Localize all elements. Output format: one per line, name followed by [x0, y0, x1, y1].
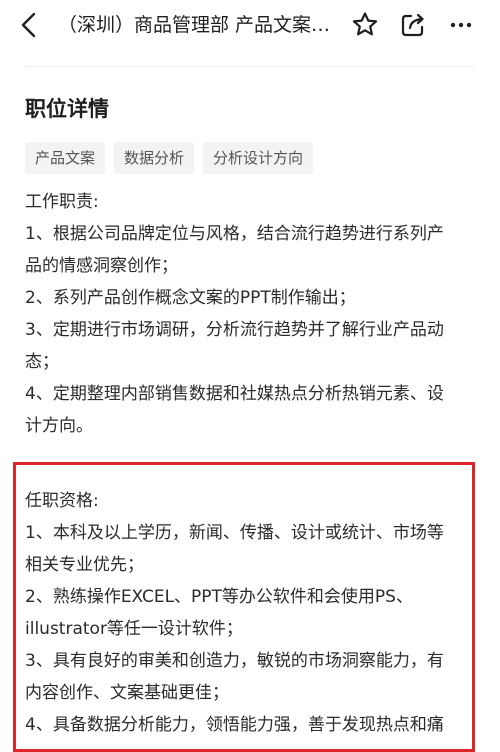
requirement-line: illustrator等任一设计软件； — [25, 619, 243, 639]
share-icon[interactable] — [398, 10, 428, 40]
requirement-line: 4、具备数据分析能力，领悟能力强，善于发现热点和痛 — [25, 715, 444, 735]
tag-data-analysis: 数据分析 — [114, 142, 195, 174]
duty-line: 1、根据公司品牌定位与风格，结合流行趋势进行系列产 — [25, 224, 444, 244]
duty-line: 2、系列产品创作概念文案的PPT制作输出； — [25, 288, 356, 308]
duty-line: 3、定期进行市场调研，分析流行趋势并了解行业产品动 — [25, 320, 444, 340]
job-requirements: 任职资格: 1、本科及以上学历，新闻、传播、设计或统计、市场等 相关专业优先； … — [25, 485, 472, 741]
requirements-heading: 任职资格: — [25, 491, 99, 511]
tag-design-direction: 分析设计方向 — [203, 142, 314, 174]
duty-line: 品的情感洞察创作； — [25, 256, 178, 276]
duty-line: 4、定期整理内部销售数据和社媒热点分析热销元素、设 — [25, 384, 444, 404]
back-arrow-icon[interactable] — [14, 10, 44, 40]
duty-line: 态； — [25, 352, 59, 372]
duties-heading: 工作职责: — [25, 192, 99, 212]
requirements-highlight-box: 任职资格: 1、本科及以上学历，新闻、传播、设计或统计、市场等 相关专业优先； … — [13, 462, 475, 752]
header-divider — [25, 66, 475, 67]
requirement-line: 内容创作、文案基础更佳； — [25, 683, 229, 703]
requirement-line: 2、熟练操作EXCEL、PPT等办公软件和会使用PS、 — [25, 587, 413, 607]
requirement-line: 相关专业优先； — [25, 555, 144, 575]
top-navigation-bar: （深圳）商品管理部 产品文案… — [0, 0, 500, 50]
requirement-line: 1、本科及以上学历，新闻、传播、设计或统计、市场等 — [25, 523, 444, 543]
tag-copywriting: 产品文案 — [25, 142, 106, 174]
section-title: 职位详情 — [25, 97, 109, 121]
duty-line: 计方向。 — [25, 416, 93, 436]
job-duties: 工作职责: 1、根据公司品牌定位与风格，结合流行趋势进行系列产 品的情感洞察创作… — [25, 186, 480, 442]
more-icon[interactable] — [446, 10, 476, 40]
requirement-line: 3、具有良好的审美和创造力，敏锐的市场洞察能力，有 — [25, 651, 444, 671]
page-title: （深圳）商品管理部 产品文案… — [58, 14, 331, 36]
star-icon[interactable] — [350, 10, 380, 40]
job-tags: 产品文案 数据分析 分析设计方向 — [25, 142, 314, 174]
